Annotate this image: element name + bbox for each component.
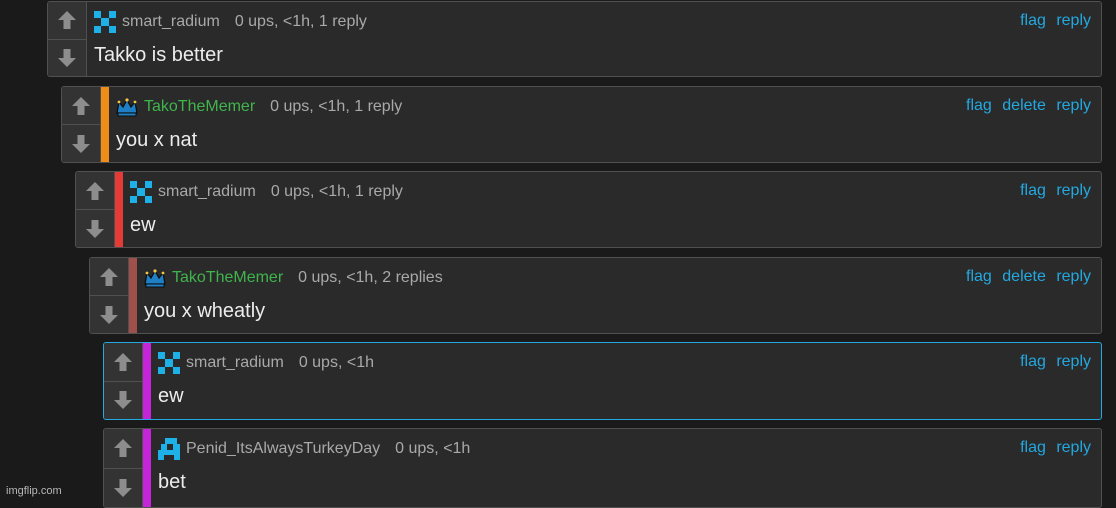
arrow-down-icon (100, 305, 118, 324)
downvote-button[interactable] (104, 380, 142, 419)
comment-body: smart_radium 0 ups, <1h flag reply ew (151, 343, 1101, 419)
username-link[interactable]: Penid_ItsAlwaysTurkeyDay (186, 440, 380, 458)
username-link[interactable]: TakoTheMemer (172, 269, 283, 287)
comment: smart_radium 0 ups, <1h, 1 reply flag re… (75, 171, 1102, 248)
upvote-button[interactable] (104, 429, 142, 468)
reply-link[interactable]: reply (1056, 97, 1091, 114)
depth-bar (143, 343, 151, 419)
flag-link[interactable]: flag (966, 97, 992, 114)
comment-body: smart_radium 0 ups, <1h, 1 reply flag re… (87, 2, 1101, 76)
username-link[interactable]: smart_radium (186, 354, 284, 372)
arrow-down-icon (86, 219, 104, 238)
arrow-up-icon (100, 267, 118, 286)
vote-column (76, 172, 115, 247)
arrow-down-icon (58, 48, 76, 67)
downvote-button[interactable] (104, 467, 142, 507)
upvote-button[interactable] (90, 258, 128, 295)
comment-text: ew (130, 214, 156, 236)
crown-icon[interactable] (144, 267, 166, 289)
flag-link[interactable]: flag (1020, 182, 1046, 199)
delete-link[interactable]: delete (1002, 268, 1046, 285)
imgflip-watermark: imgflip.com (6, 485, 62, 497)
arrow-up-icon (114, 352, 132, 371)
upvote-button[interactable] (104, 343, 142, 381)
username-link[interactable]: smart_radium (158, 183, 256, 201)
flag-link[interactable]: flag (1020, 353, 1046, 370)
comment: TakoTheMemer 0 ups, <1h, 2 replies flag … (89, 257, 1102, 334)
comment-meta: TakoTheMemer 0 ups, <1h, 1 reply (116, 96, 402, 118)
upvote-button[interactable] (62, 87, 100, 124)
arrow-up-icon (72, 96, 90, 115)
comment-text: bet (158, 471, 186, 493)
reply-link[interactable]: reply (1056, 439, 1091, 456)
downvote-button[interactable] (90, 295, 128, 333)
reply-link[interactable]: reply (1056, 182, 1091, 199)
comment: TakoTheMemer 0 ups, <1h, 1 reply flag de… (61, 86, 1102, 163)
comment-stats: 0 ups, <1h, 1 reply (234, 13, 367, 30)
username-link[interactable]: TakoTheMemer (144, 98, 255, 116)
arrow-up-icon (114, 439, 132, 458)
pixel-avatar-icon[interactable] (130, 181, 152, 203)
comment-stats: 0 ups, <1h, 2 replies (298, 269, 443, 286)
vote-column (104, 343, 143, 419)
comment-actions: flag reply (1014, 353, 1091, 371)
upvote-button[interactable] (76, 172, 114, 209)
arrow-up-icon (86, 181, 104, 200)
comment-meta: smart_radium 0 ups, <1h, 1 reply (130, 181, 403, 203)
arrow-down-icon (114, 391, 132, 410)
downvote-button[interactable] (76, 209, 114, 247)
depth-bar (101, 87, 109, 162)
comment-body: TakoTheMemer 0 ups, <1h, 2 replies flag … (137, 258, 1101, 333)
downvote-button[interactable] (62, 124, 100, 162)
depth-bar (129, 258, 137, 333)
arrow-down-icon (72, 134, 90, 153)
vote-column (104, 429, 143, 507)
flag-link[interactable]: flag (1020, 12, 1046, 29)
comment-text: you x wheatly (144, 300, 266, 322)
crown-icon[interactable] (116, 96, 138, 118)
comment-stats: 0 ups, <1h (395, 440, 471, 457)
comment-body: TakoTheMemer 0 ups, <1h, 1 reply flag de… (109, 87, 1101, 162)
comment-body: smart_radium 0 ups, <1h, 1 reply flag re… (123, 172, 1101, 247)
comment-stats: 0 ups, <1h, 1 reply (270, 98, 403, 115)
delete-link[interactable]: delete (1002, 97, 1046, 114)
pixel-avatar-icon[interactable] (158, 438, 180, 460)
reply-link[interactable]: reply (1056, 268, 1091, 285)
comment: Penid_ItsAlwaysTurkeyDay 0 ups, <1h flag… (103, 428, 1102, 508)
comment-actions: flag delete reply (960, 97, 1091, 115)
arrow-up-icon (58, 11, 76, 30)
upvote-button[interactable] (48, 2, 86, 39)
vote-column (48, 2, 87, 76)
comment: smart_radium 0 ups, <1h, 1 reply flag re… (47, 1, 1102, 77)
arrow-down-icon (114, 478, 132, 497)
comment-actions: flag delete reply (960, 268, 1091, 286)
downvote-button[interactable] (48, 38, 86, 76)
comment-stats: 0 ups, <1h (298, 354, 374, 371)
comment-meta: smart_radium 0 ups, <1h, 1 reply (94, 11, 367, 33)
reply-link[interactable]: reply (1056, 353, 1091, 370)
comment-actions: flag reply (1014, 439, 1091, 457)
comment-text: ew (158, 385, 184, 407)
vote-column (90, 258, 129, 333)
comment-text: Takko is better (94, 44, 223, 66)
reply-link[interactable]: reply (1056, 12, 1091, 29)
comment-stats: 0 ups, <1h, 1 reply (270, 183, 403, 200)
depth-bar (115, 172, 123, 247)
username-link[interactable]: smart_radium (122, 13, 220, 31)
comment: smart_radium 0 ups, <1h flag reply ew (103, 342, 1102, 420)
comment-actions: flag reply (1014, 182, 1091, 200)
pixel-avatar-icon[interactable] (158, 352, 180, 374)
vote-column (62, 87, 101, 162)
comment-meta: Penid_ItsAlwaysTurkeyDay 0 ups, <1h (158, 438, 470, 460)
comment-actions: flag reply (1014, 12, 1091, 30)
depth-bar (143, 429, 151, 507)
comment-text: you x nat (116, 129, 198, 151)
pixel-avatar-icon[interactable] (94, 11, 116, 33)
flag-link[interactable]: flag (1020, 439, 1046, 456)
comment-meta: smart_radium 0 ups, <1h (158, 352, 374, 374)
comment-body: Penid_ItsAlwaysTurkeyDay 0 ups, <1h flag… (151, 429, 1101, 507)
flag-link[interactable]: flag (966, 268, 992, 285)
comment-meta: TakoTheMemer 0 ups, <1h, 2 replies (144, 267, 443, 289)
